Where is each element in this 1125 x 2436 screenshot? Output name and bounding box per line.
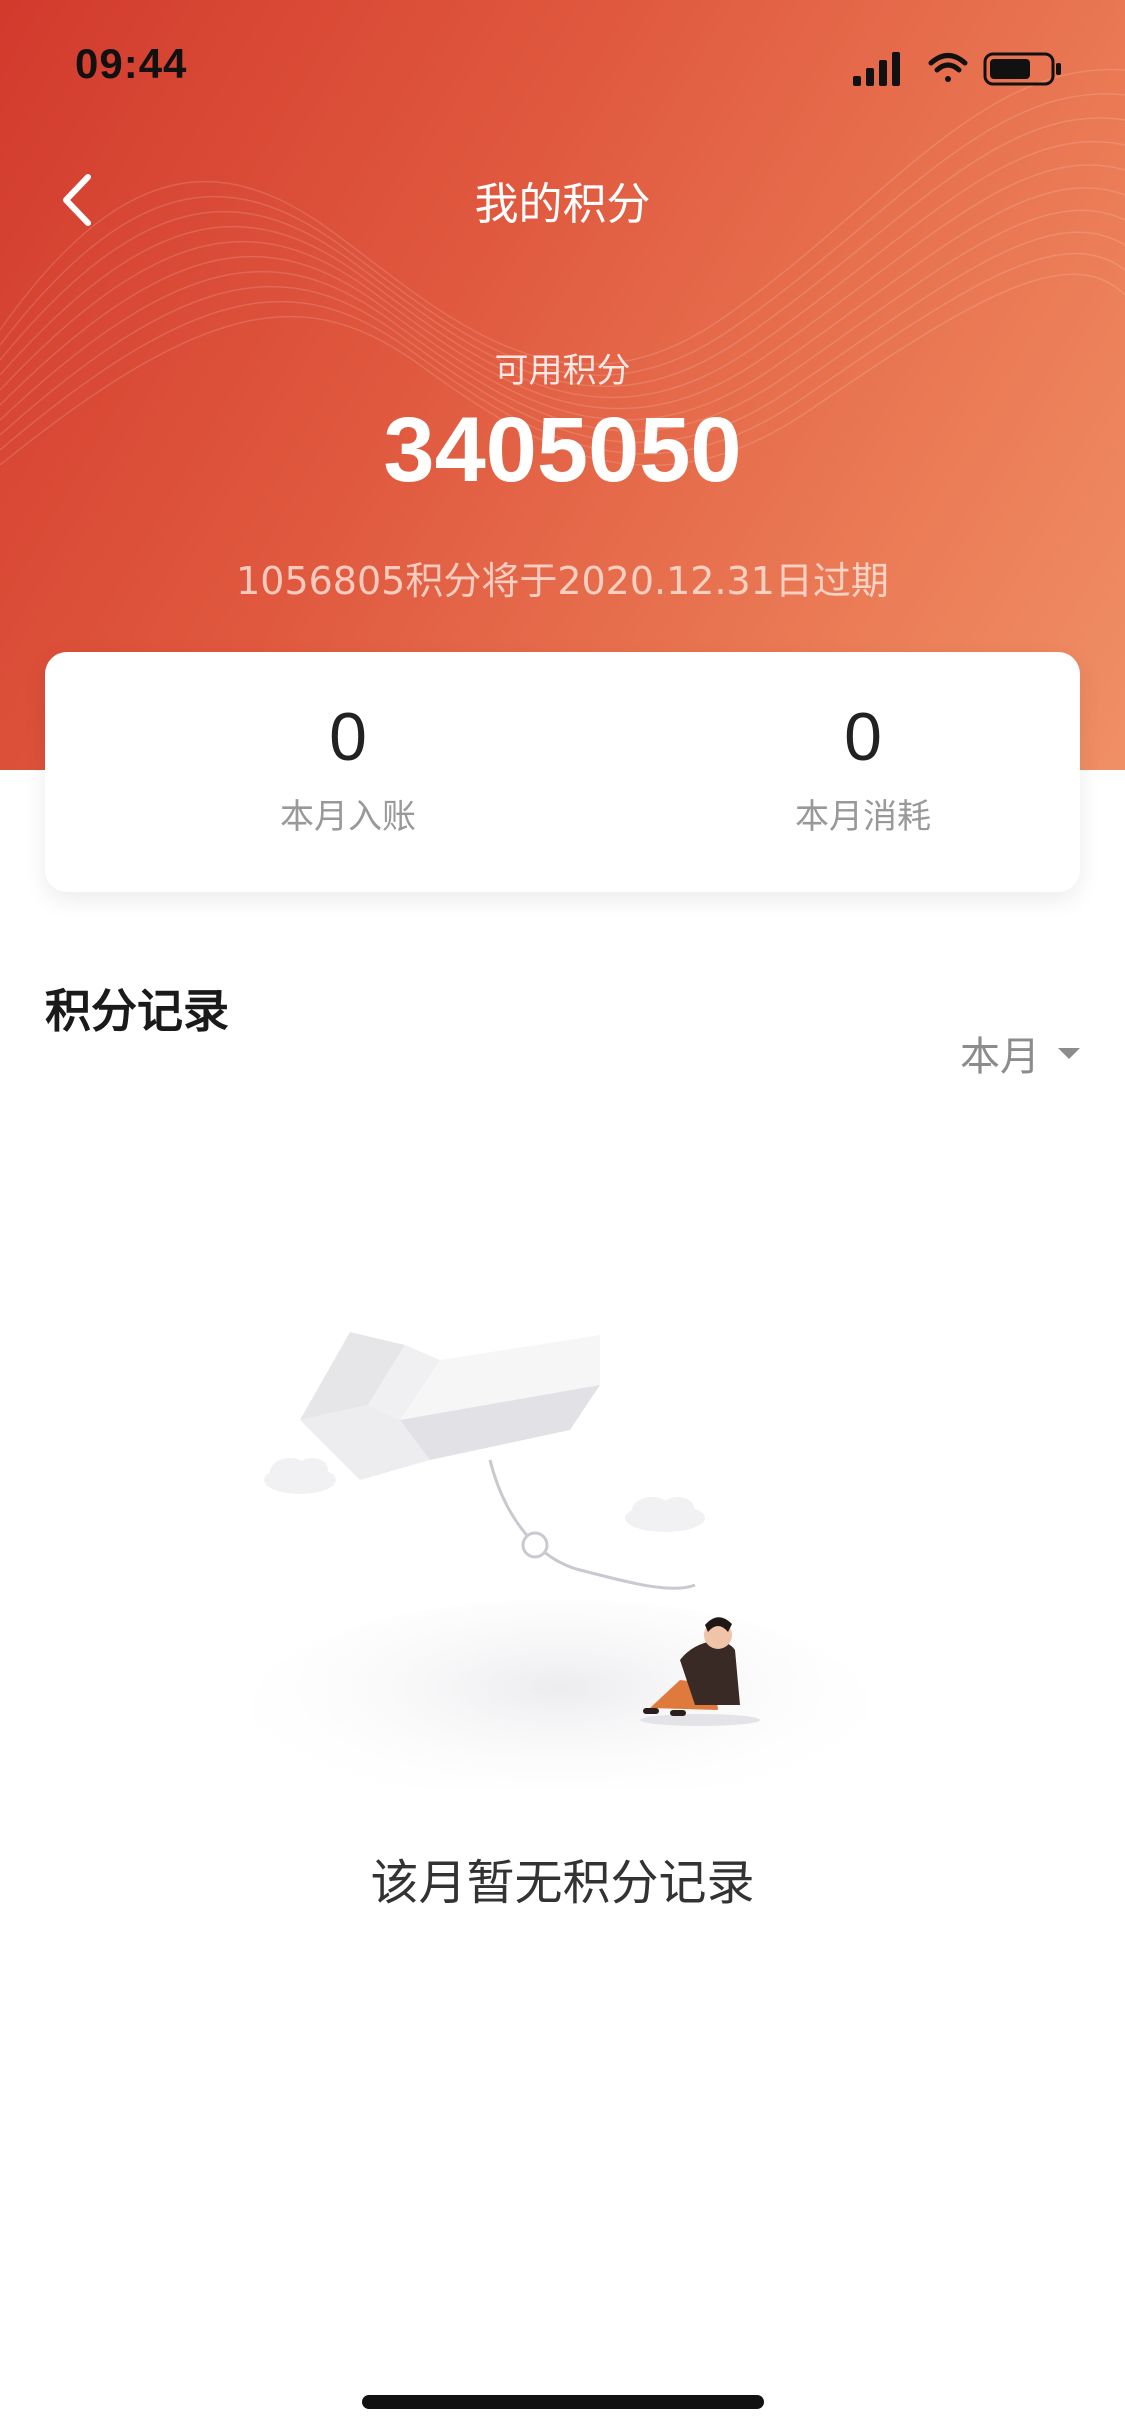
monthly-income-stat[interactable]: 0 本月入账 (198, 697, 498, 838)
empty-kite-illustration (250, 1332, 870, 1790)
expire-note: 1056805积分将于2020.12.31日过期 (236, 559, 889, 603)
status-time: 09:44 (75, 40, 188, 87)
ground-shadow (250, 1600, 870, 1790)
monthly-income-value: 0 (329, 699, 367, 775)
wifi-icon (928, 53, 968, 82)
kite-ring (521, 1531, 549, 1559)
monthly-income-label: 本月入账 (280, 797, 416, 837)
kite-icon (300, 1332, 600, 1480)
records-section-title: 积分记录 (45, 984, 229, 1038)
available-points-label: 可用积分 (494, 351, 631, 391)
home-indicator[interactable] (362, 2395, 764, 2409)
monthly-consume-stat[interactable]: 0 本月消耗 (713, 697, 1013, 838)
monthly-stats-card: 0 本月入账 0 本月消耗 (45, 652, 1080, 892)
monthly-consume-value: 0 (844, 699, 882, 775)
status-bar: 09:44 (0, 0, 1125, 130)
caret-down-icon (1058, 1047, 1080, 1059)
page-title: 我的积分 (474, 179, 651, 230)
monthly-consume-label: 本月消耗 (795, 797, 931, 837)
cloud-icon (625, 1497, 705, 1532)
signal-icon (853, 52, 900, 86)
available-points-value: 3405050 (383, 399, 742, 501)
status-icons (853, 52, 1061, 86)
month-filter-label: 本月 (960, 1034, 1040, 1080)
month-filter-dropdown[interactable]: 本月 (960, 1025, 1080, 1081)
battery-icon (983, 52, 1061, 86)
cloud-icon (264, 1458, 336, 1494)
empty-records-text: 该月暂无积分记录 (370, 1855, 755, 1911)
